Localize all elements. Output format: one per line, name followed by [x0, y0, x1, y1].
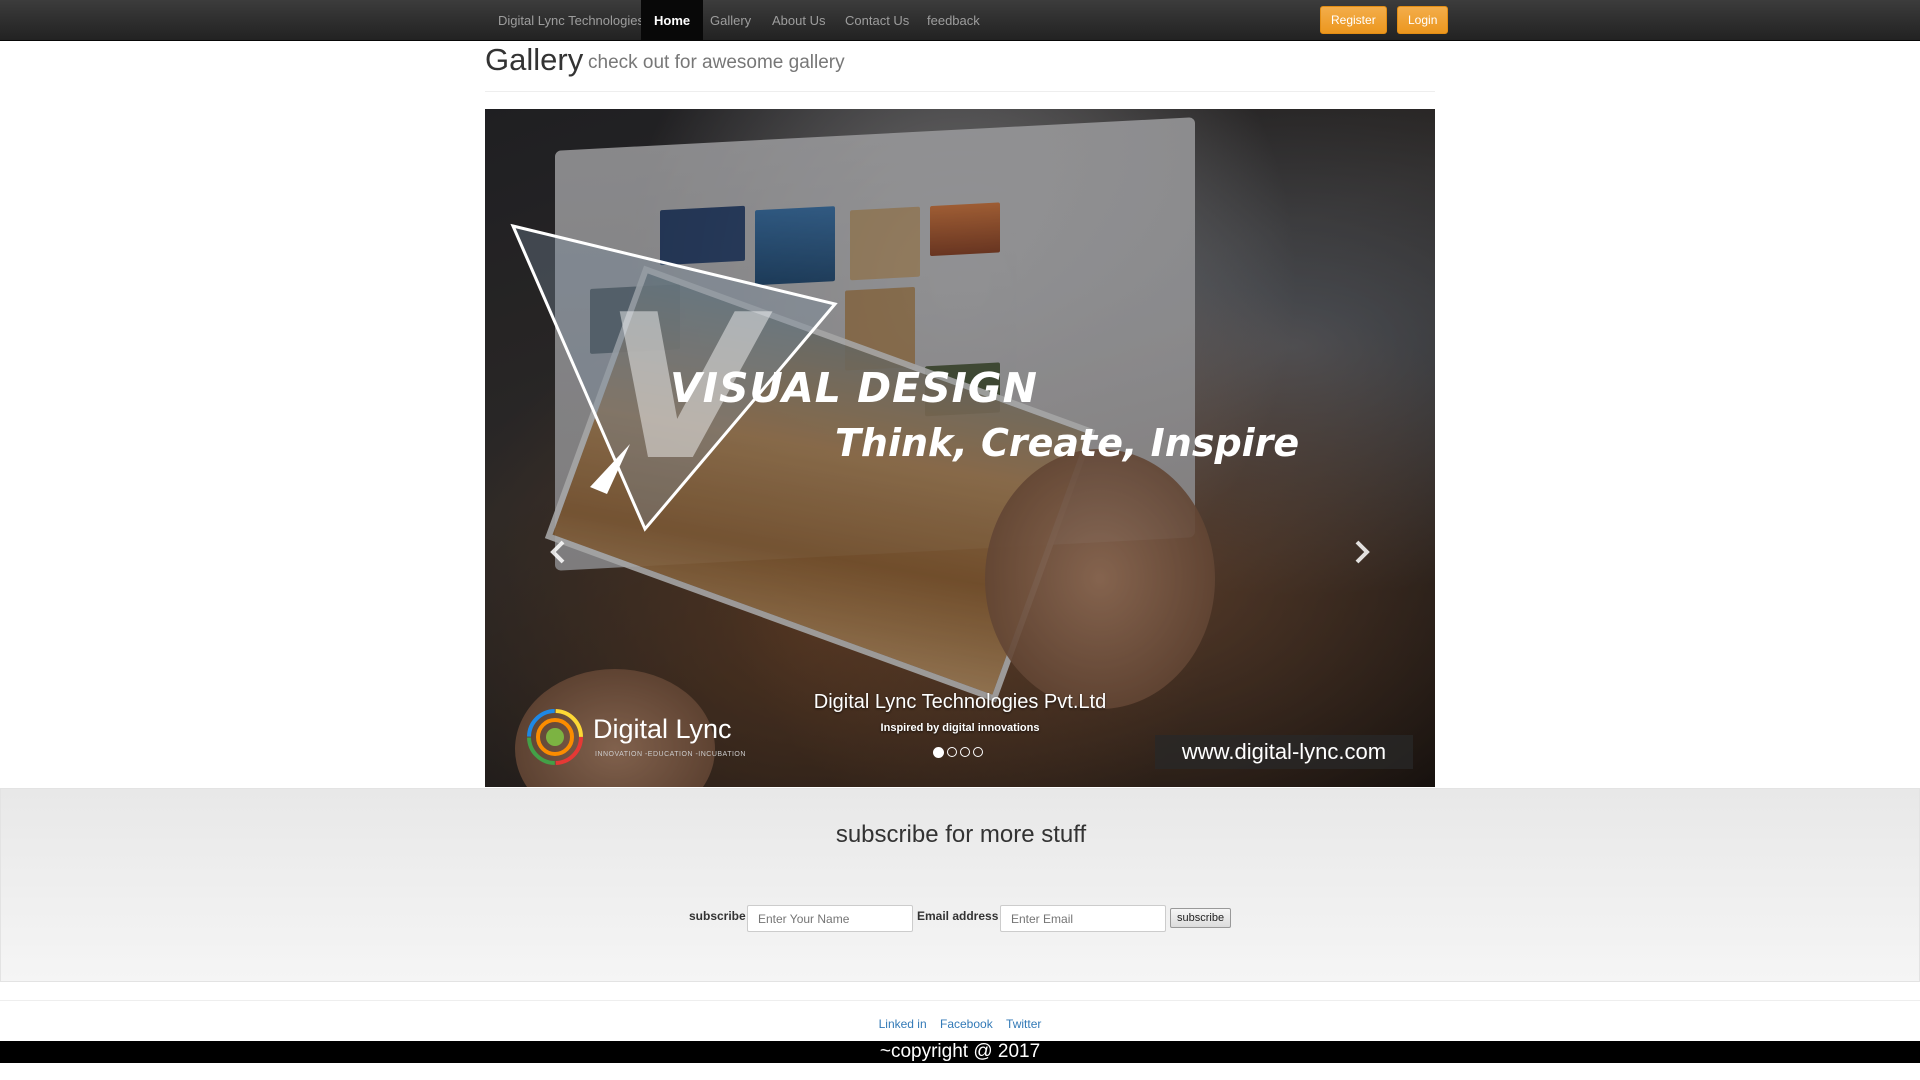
- email-label: Email address: [917, 909, 999, 923]
- facebook-link[interactable]: Facebook: [940, 1017, 993, 1031]
- logo-tagline: INNOVATION -EDUCATION -INCUBATION: [595, 751, 746, 758]
- footer-links: Linked in Facebook Twitter: [0, 1017, 1920, 1031]
- brand-link[interactable]: Digital Lync Technologies: [486, 0, 656, 41]
- page-title: Gallery: [485, 42, 584, 77]
- name-label: subscribe: [689, 909, 746, 923]
- nav-feedback[interactable]: feedback: [914, 0, 993, 41]
- login-button[interactable]: Login: [1397, 6, 1449, 34]
- page-header: Gallery check out for awesome gallery: [485, 40, 1435, 92]
- carousel-indicators: [933, 747, 983, 759]
- website-watermark: www.digital-lync.com: [1155, 735, 1413, 769]
- footer-divider: [0, 1000, 1920, 1001]
- image-carousel[interactable]: V VISUAL DESIGN Think, Create, Inspire D…: [485, 109, 1435, 787]
- indicator-dot[interactable]: [973, 747, 983, 757]
- slide-title: VISUAL DESIGN: [670, 364, 1038, 412]
- nav-gallery[interactable]: Gallery: [697, 0, 764, 41]
- linkedin-link[interactable]: Linked in: [879, 1017, 927, 1031]
- nav-home[interactable]: Home: [641, 0, 704, 41]
- subscribe-button[interactable]: subscribe: [1170, 908, 1232, 928]
- caption-title: Digital Lync Technologies Pvt.Ltd: [813, 691, 1107, 713]
- email-input[interactable]: [1000, 905, 1166, 932]
- subscribe-section: subscribe for more stuff subscribe Email…: [0, 788, 1920, 982]
- top-navbar: Digital Lync Technologies Home Gallery A…: [0, 0, 1920, 41]
- indicator-dot[interactable]: [947, 747, 957, 757]
- digital-lync-logo: [527, 709, 583, 765]
- copyright-bar: ~copyright @ 2017: [0, 1041, 1920, 1063]
- subscribe-title: subscribe for more stuff: [835, 821, 1087, 848]
- name-input[interactable]: [747, 905, 913, 932]
- chevron-right-icon[interactable]: [1347, 537, 1377, 567]
- indicator-dot[interactable]: [960, 747, 970, 757]
- caption-subtitle: Inspired by digital innovations: [880, 722, 1040, 734]
- register-button[interactable]: Register: [1320, 6, 1387, 34]
- nav-about-us[interactable]: About Us: [759, 0, 838, 41]
- slide-tagline: Think, Create, Inspire: [835, 421, 1300, 465]
- twitter-link[interactable]: Twitter: [1006, 1017, 1041, 1031]
- chevron-left-icon[interactable]: [543, 537, 573, 567]
- page-subtitle: check out for awesome gallery: [588, 52, 845, 73]
- indicator-dot[interactable]: [933, 747, 944, 758]
- nav-contact-us[interactable]: Contact Us: [832, 0, 922, 41]
